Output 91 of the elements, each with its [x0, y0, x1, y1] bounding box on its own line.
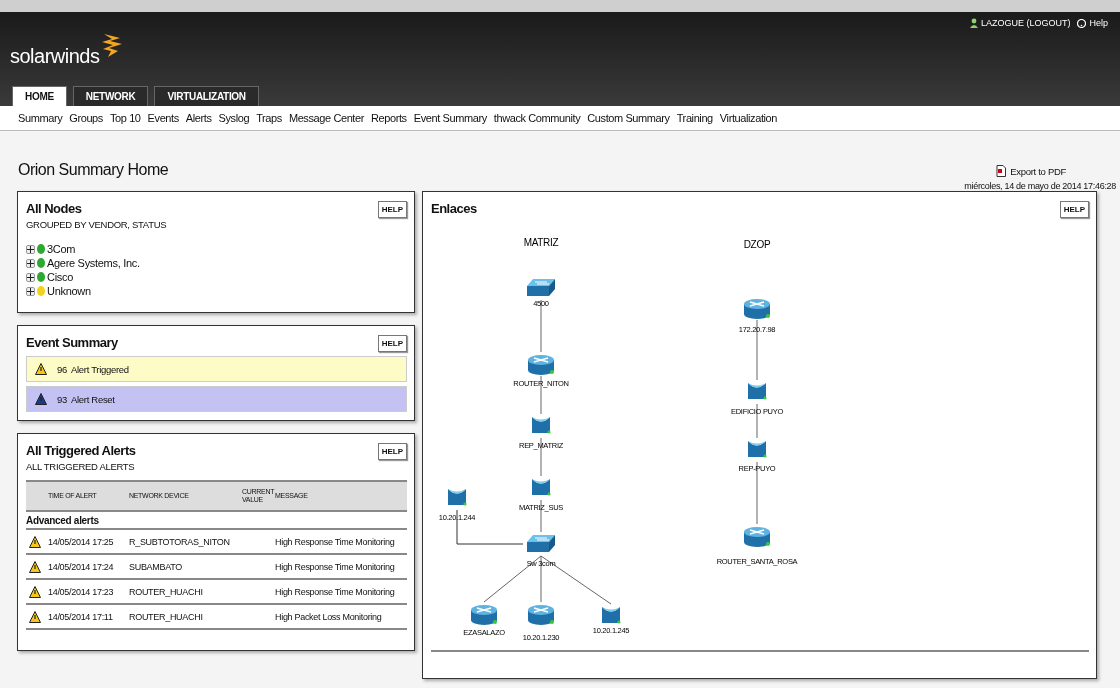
nav-link[interactable]: Reports — [371, 112, 407, 124]
wireless-bridge-icon[interactable] — [532, 479, 551, 496]
tree-item[interactable]: Cisco — [47, 271, 73, 283]
wireless-bridge-icon[interactable] — [748, 441, 767, 458]
nav-link[interactable]: thwack Community — [493, 112, 581, 124]
logo-text: solarwinds — [10, 45, 100, 68]
event-count: 96 — [57, 363, 67, 375]
device-link[interactable]: R_SUBTOTORAS_NITON — [129, 536, 239, 547]
nav-link[interactable]: Event Summary — [413, 112, 487, 124]
router-icon[interactable] — [744, 527, 770, 547]
wireless-bridge-icon[interactable] — [532, 417, 551, 434]
device-link[interactable]: ROUTER_HUACHI — [129, 611, 239, 622]
nav-link[interactable]: Traps — [256, 112, 282, 124]
map-group-label: MATRIZ — [523, 237, 559, 248]
nav-link[interactable]: Alerts — [185, 112, 212, 124]
logout-link[interactable]: LAZOGUE (LOGOUT) — [980, 18, 1071, 28]
link-line — [540, 499, 542, 533]
router-icon[interactable] — [528, 355, 554, 375]
table-cell-text: High Response Time Monitoring — [275, 561, 396, 572]
pdf-file-icon — [996, 165, 1007, 177]
warning-icon — [29, 585, 41, 598]
date-time-text: miércoles, 14 de mayo de 2014 17:46:28 — [964, 181, 1116, 191]
nav-link[interactable]: Message Center — [288, 112, 364, 124]
help-button[interactable]: HELP — [1059, 201, 1089, 218]
table-cell-text: 14/05/2014 17:25 — [48, 536, 115, 547]
link-line — [540, 375, 542, 415]
event-count: 93 — [57, 393, 67, 405]
event-label: Alert Reset — [70, 393, 115, 405]
wireless-bridge-icon[interactable] — [748, 383, 767, 400]
help-button[interactable]: HELP — [377, 201, 407, 218]
group-label: Advanced alerts — [26, 515, 99, 526]
panel-title: All Nodes — [26, 201, 83, 216]
switch-icon[interactable] — [527, 535, 555, 552]
link-line — [756, 403, 758, 439]
device-link[interactable]: ROUTER_HUACHI — [129, 586, 239, 597]
table-cell-text: 14/05/2014 17:11 — [48, 611, 114, 622]
help-link[interactable]: Help — [1089, 18, 1108, 28]
panel-subtitle: ALL TRIGGERED ALERTS — [26, 461, 136, 472]
expand-toggle[interactable] — [26, 258, 35, 268]
nav-link[interactable]: Training — [676, 112, 713, 124]
user-icon — [969, 18, 978, 28]
router-icon[interactable] — [528, 605, 554, 625]
warning-icon — [35, 393, 47, 405]
table-cell-text: High Response Time Monitoring — [275, 586, 396, 597]
panel-title: Event Summary — [26, 335, 118, 350]
help-icon — [1077, 18, 1087, 28]
panel-title: All Triggered Alerts — [26, 443, 136, 458]
router-icon[interactable] — [744, 299, 770, 319]
table-cell-text: High Response Time Monitoring — [275, 536, 396, 547]
expand-toggle[interactable] — [26, 286, 35, 296]
table-cell-text: 14/05/2014 17:23 — [48, 586, 115, 597]
nav-link[interactable]: Summary — [18, 112, 63, 124]
warning-icon — [35, 363, 47, 375]
nav-link[interactable]: Events — [147, 112, 179, 124]
switch-icon[interactable] — [527, 279, 555, 296]
nav-link[interactable]: Groups — [69, 112, 103, 124]
nav-link[interactable]: Custom Summary — [587, 112, 670, 124]
warning-icon — [29, 610, 41, 623]
link-line — [540, 299, 542, 353]
nav-tab[interactable]: NETWORK — [72, 86, 149, 106]
device-link[interactable]: SUBAMBATO — [129, 561, 239, 572]
warning-icon — [29, 560, 41, 573]
wireless-bridge-icon[interactable] — [602, 607, 621, 624]
wireless-bridge-icon[interactable] — [448, 489, 467, 506]
nav-link[interactable]: Virtualization — [719, 112, 778, 124]
event-label: Alert Triggered — [70, 363, 129, 375]
table-cell-text: High Packet Loss Monitoring — [275, 611, 383, 622]
table-cell-text: 14/05/2014 17:24 — [48, 561, 115, 572]
nav-link[interactable]: Syslog — [218, 112, 250, 124]
page-title: Orion Summary Home — [18, 161, 169, 179]
panel-subtitle: GROUPED BY VENDOR, STATUS — [26, 219, 167, 230]
help-button[interactable]: HELP — [377, 443, 407, 460]
tree-item[interactable]: Agere Systems, Inc. — [47, 257, 140, 269]
map-group-label: DZOP — [743, 239, 771, 250]
link-line — [756, 319, 758, 381]
tree-item[interactable]: Unknown — [47, 285, 91, 297]
event-row[interactable]: 96 Alert Triggered — [26, 356, 407, 382]
event-row[interactable]: 93 Alert Reset — [26, 386, 407, 412]
help-button[interactable]: HELP — [377, 335, 407, 352]
nav-link[interactable]: Top 10 — [109, 112, 141, 124]
link-line — [756, 461, 758, 525]
panel-title: Enlaces — [431, 201, 477, 216]
router-icon[interactable] — [471, 605, 497, 625]
warning-icon — [29, 535, 41, 548]
link-line — [540, 437, 542, 477]
expand-toggle[interactable] — [26, 244, 35, 254]
export-pdf-link[interactable]: Export to PDF — [1010, 165, 1067, 177]
nav-tab[interactable]: HOME — [12, 86, 67, 106]
tree-item[interactable]: 3Com — [47, 243, 76, 255]
nav-tab[interactable]: VIRTUALIZATION — [154, 86, 259, 106]
expand-toggle[interactable] — [26, 272, 35, 282]
